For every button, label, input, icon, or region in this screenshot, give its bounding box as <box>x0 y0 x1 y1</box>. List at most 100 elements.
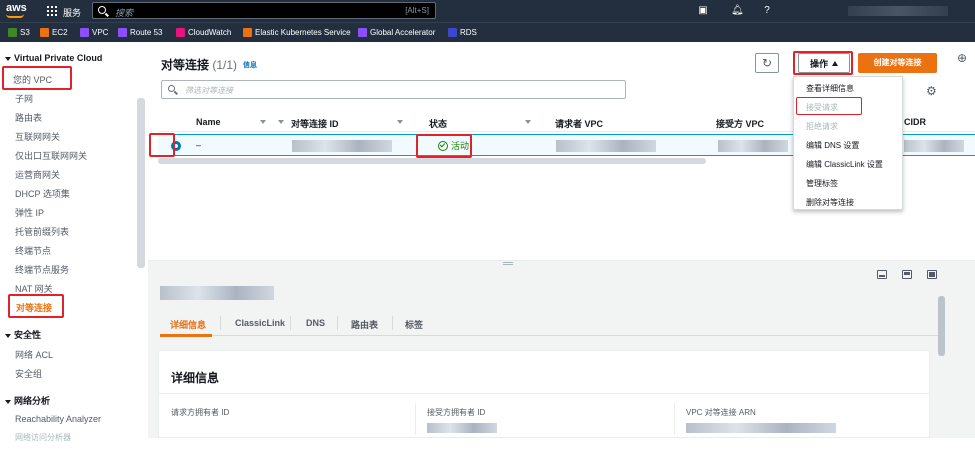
caret-down-icon <box>5 333 11 338</box>
help-icon[interactable]: ? <box>761 5 773 17</box>
sidebar-item-elastic-ips[interactable]: 弹性 IP <box>15 206 44 219</box>
fav-vpc[interactable]: VPC <box>80 28 108 37</box>
caret-down-icon <box>5 399 11 404</box>
sidebar-item-route-tables[interactable]: 路由表 <box>15 111 42 124</box>
gear-icon[interactable]: ⚙ <box>926 84 937 98</box>
search-icon <box>168 85 175 92</box>
search-icon <box>98 6 106 14</box>
selected-connection-id <box>160 286 274 300</box>
info-link[interactable]: 信息 <box>243 60 257 70</box>
menu-item-edit-dns-settings[interactable]: 编辑 DNS 设置 <box>806 140 859 151</box>
menu-item-manage-tags[interactable]: 管理标签 <box>806 178 838 189</box>
menu-item-reject-request[interactable]: 拒绝请求 <box>806 121 838 132</box>
panel-split-icon[interactable] <box>902 270 912 279</box>
sort-icon[interactable] <box>260 120 266 124</box>
account-menu[interactable] <box>848 6 948 16</box>
column-header-name[interactable]: Name <box>196 117 221 127</box>
vpc-icon <box>80 28 89 37</box>
cell-name: – <box>196 140 202 150</box>
filter-placeholder: 筛选对等连接 <box>185 86 233 95</box>
highlight-actions-button <box>793 51 853 75</box>
cell-accepter-vpc[interactable] <box>718 140 788 152</box>
aws-logo[interactable]: aws <box>6 3 27 14</box>
favorites-bar: S3 EC2 VPC Route 53 CloudWatch Elastic K… <box>0 22 975 42</box>
services-grid-icon[interactable] <box>47 6 57 16</box>
sidebar-section-network-analysis[interactable]: 网络分析 <box>5 394 50 407</box>
sidebar-item-dhcp-options[interactable]: DHCP 选项集 <box>15 187 70 200</box>
sidebar-item-internet-gateways[interactable]: 互联网网关 <box>15 130 60 143</box>
rds-icon <box>448 28 457 37</box>
sidebar-item-subnets[interactable]: 子网 <box>15 92 33 105</box>
fav-s3[interactable]: S3 <box>8 28 30 37</box>
sidebar-item-carrier-gateways[interactable]: 运营商网关 <box>15 168 60 181</box>
filter-input[interactable]: 筛选对等连接 <box>161 80 626 99</box>
menu-item-view-details[interactable]: 查看详细信息 <box>806 83 854 94</box>
field-peering-arn: VPC 对等连接 ARN <box>686 408 756 417</box>
drag-handle-icon[interactable] <box>503 262 513 265</box>
panel-full-icon[interactable] <box>927 270 937 279</box>
divider <box>415 403 416 435</box>
refresh-button[interactable]: ↻ <box>755 53 779 73</box>
fav-cloudwatch[interactable]: CloudWatch <box>176 28 231 37</box>
eks-icon <box>243 28 252 37</box>
column-header-cidr[interactable]: CIDR <box>904 117 926 127</box>
sidebar-item-prefix-lists[interactable]: 托管前缀列表 <box>15 225 69 238</box>
fav-global-accelerator[interactable]: Global Accelerator <box>358 28 435 37</box>
details-card-title: 详细信息 <box>171 371 220 385</box>
sidebar-item-network-acls[interactable]: 网络 ACL <box>15 348 53 361</box>
actions-dropdown-menu: 查看详细信息 接受请求 拒绝请求 编辑 DNS 设置 编辑 ClassicLin… <box>793 76 903 210</box>
menu-item-edit-classiclink-settings[interactable]: 编辑 ClassicLink 设置 <box>806 159 883 170</box>
sort-icon[interactable] <box>278 120 284 124</box>
sidebar-scrollbar[interactable] <box>137 98 145 268</box>
sidebar-item-security-groups[interactable]: 安全组 <box>15 367 42 380</box>
refresh-icon: ↻ <box>761 56 773 70</box>
sidebar-item-network-access-analyzer[interactable]: 网络访问分析器 <box>15 432 71 443</box>
global-search-input[interactable]: 搜索 [Alt+S] <box>92 2 436 19</box>
divider <box>159 393 929 394</box>
cloudshell-icon[interactable]: ▣ <box>697 5 709 17</box>
right-panel-icon[interactable]: ⊕ <box>957 51 967 65</box>
sidebar-item-endpoint-services[interactable]: 终端节点服务 <box>15 263 69 276</box>
tab-route-tables[interactable]: 路由表 <box>351 318 378 331</box>
create-peering-connection-button[interactable]: 创建对等连接 <box>858 53 937 73</box>
tab-tags[interactable]: 标签 <box>405 318 423 331</box>
route53-icon <box>118 28 127 37</box>
details-tabs: 详细信息 ClassicLink DNS 路由表 标签 <box>160 312 940 336</box>
services-menu[interactable]: 服务 <box>63 6 81 19</box>
cell-requester-vpc[interactable] <box>556 140 656 152</box>
column-header-status[interactable]: 状态 <box>429 117 447 130</box>
highlight-status <box>416 134 472 158</box>
fav-ec2[interactable]: EC2 <box>40 28 68 37</box>
tab-details[interactable]: 详细信息 <box>170 318 206 331</box>
details-scrollbar[interactable] <box>938 296 945 356</box>
sort-icon[interactable] <box>397 120 403 124</box>
global-accelerator-icon <box>358 28 367 37</box>
top-nav-bar: aws 服务 搜索 [Alt+S] ▣ 🔔︎ ? <box>0 0 975 22</box>
sidebar-section-vpc[interactable]: Virtual Private Cloud <box>5 53 102 63</box>
panel-bottom-icon[interactable] <box>877 270 887 279</box>
fav-rds[interactable]: RDS <box>448 28 477 37</box>
column-header-accepter-vpc[interactable]: 接受方 VPC <box>716 117 764 130</box>
sidebar-item-endpoints[interactable]: 终端节点 <box>15 244 51 257</box>
tab-dns[interactable]: DNS <box>306 318 325 328</box>
aws-logo-smile <box>6 14 24 18</box>
sidebar-item-reachability-analyzer[interactable]: Reachability Analyzer <box>15 414 101 424</box>
accepter-owner-id-value <box>427 423 497 433</box>
column-header-peering-id[interactable]: 对等连接 ID <box>291 117 339 130</box>
fav-eks[interactable]: Elastic Kubernetes Service <box>243 28 351 37</box>
tab-classiclink[interactable]: ClassicLink <box>235 318 285 328</box>
column-header-requester-vpc[interactable]: 请求者 VPC <box>555 117 603 130</box>
sidebar-item-egress-only-gateways[interactable]: 仅出口互联网网关 <box>15 149 87 162</box>
fav-route53[interactable]: Route 53 <box>118 28 162 37</box>
notifications-bell-icon[interactable]: 🔔︎ <box>731 5 744 17</box>
sort-icon[interactable] <box>525 120 531 124</box>
sidebar-section-security[interactable]: 安全性 <box>5 328 41 341</box>
active-tab-indicator <box>160 334 212 337</box>
table-horizontal-scrollbar[interactable] <box>158 158 706 164</box>
cell-peering-id[interactable] <box>292 140 392 152</box>
highlight-your-vpcs <box>2 66 72 90</box>
details-card: 详细信息 请求方拥有者 ID 接受方拥有者 ID VPC 对等连接 ARN <box>158 350 930 438</box>
sidebar: Virtual Private Cloud 您的 VPC 子网 路由表 互联网网… <box>0 42 148 442</box>
menu-item-delete-peering[interactable]: 删除对等连接 <box>806 197 854 208</box>
cloudwatch-icon <box>176 28 185 37</box>
